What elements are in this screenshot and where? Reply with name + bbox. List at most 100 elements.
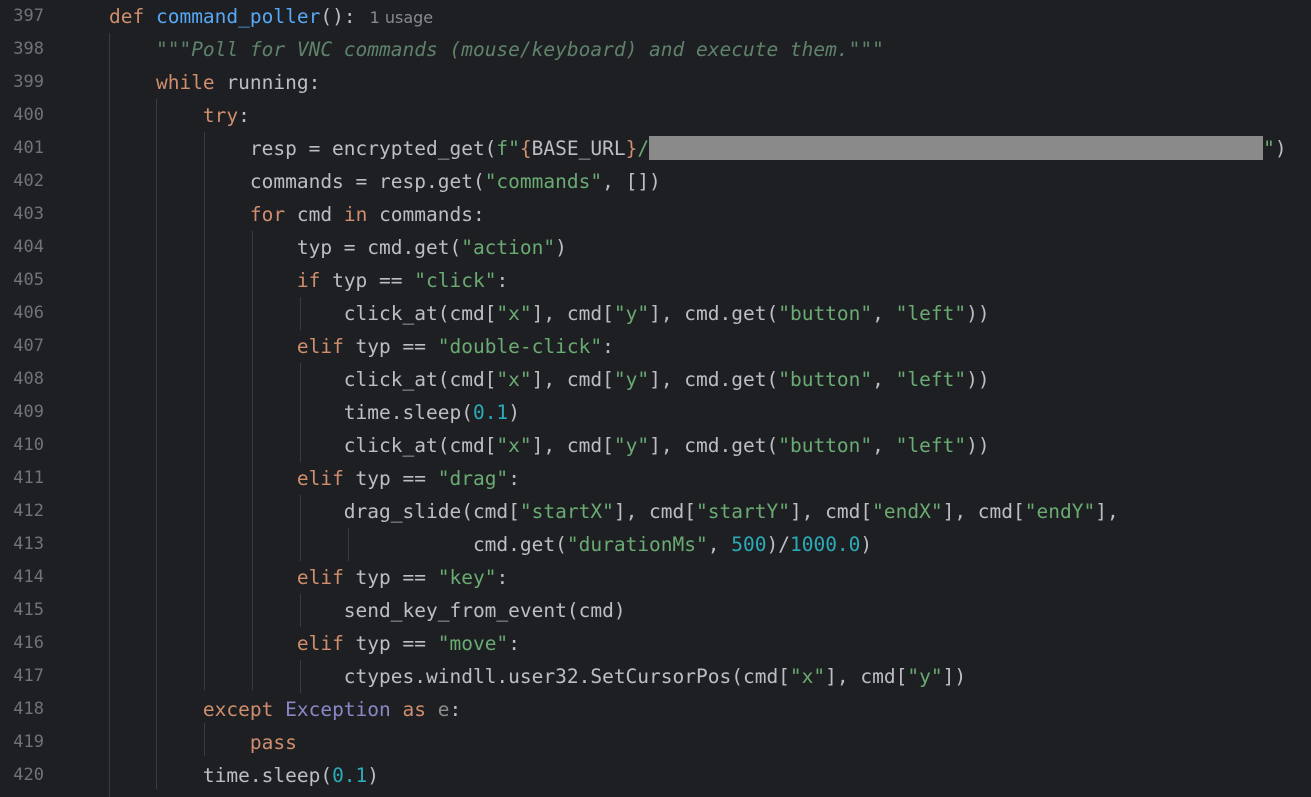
code-text: elif typ == "drag": (109, 462, 520, 495)
code-token: "y" (907, 665, 943, 688)
code-line[interactable]: 403 for cmd in commands: (0, 198, 1311, 231)
code-token: (): (320, 5, 356, 28)
code-token: , (872, 302, 896, 325)
code-token: while (155, 71, 227, 94)
code-token: "click" (414, 269, 497, 292)
code-token: ], (1095, 500, 1119, 523)
usage-hint[interactable]: 1 usage (370, 8, 434, 27)
code-token: BASE_URL (531, 137, 626, 160)
line-number: 401 (13, 138, 44, 158)
code-token: "key" (437, 566, 497, 589)
code-token: typ == (355, 335, 438, 358)
code-token: ], cmd[ (531, 434, 614, 457)
code-token: if (296, 269, 333, 292)
line-number: 414 (13, 567, 44, 587)
code-token: } (625, 137, 638, 160)
line-number: 418 (13, 699, 44, 719)
code-token: "y" (613, 434, 650, 457)
code-token: typ == (355, 632, 438, 655)
line-number: 405 (13, 270, 44, 290)
code-token: Exception (285, 698, 403, 721)
line-number: 397 (13, 6, 44, 26)
code-text: commands = resp.get("commands", []) (109, 165, 661, 198)
code-text: drag_slide(cmd["startX"], cmd["startY"],… (109, 495, 1119, 528)
code-line[interactable]: 419 pass (0, 726, 1311, 759)
code-token: 500 (731, 533, 767, 556)
code-text: ctypes.windll.user32.SetCursorPos(cmd["x… (109, 660, 966, 693)
code-line[interactable]: 413 cmd.get("durationMs", 500)/1000.0) (0, 528, 1311, 561)
code-line[interactable]: 407 elif typ == "double-click": (0, 330, 1311, 363)
code-line[interactable]: 410 click_at(cmd["x"], cmd["y"], cmd.get… (0, 429, 1311, 462)
code-token: 0.1 (472, 401, 509, 424)
code-line[interactable]: 414 elif typ == "key": (0, 561, 1311, 594)
code-line[interactable]: 409 time.sleep(0.1) (0, 396, 1311, 429)
code-token: "endY" (1024, 500, 1096, 523)
code-token: 0.1 (332, 764, 368, 787)
code-token: : (508, 467, 520, 490)
code-token: , []) (602, 170, 661, 193)
code-token: "left" (895, 302, 967, 325)
code-token: "startY" (696, 500, 790, 523)
code-token: e (437, 698, 450, 721)
code-token: "button" (778, 302, 873, 325)
code-token: in (343, 203, 380, 226)
code-token: """Poll for VNC commands (mouse/keyboard… (155, 38, 884, 61)
code-line[interactable]: 397 def command_poller(): 1 usage (0, 0, 1311, 33)
code-line[interactable]: 420 time.sleep(0.1) (0, 759, 1311, 792)
code-token: ], cmd.get( (649, 368, 779, 391)
code-token: typ = cmd.get( (109, 236, 462, 259)
code-line[interactable]: 399 while running: (0, 66, 1311, 99)
code-token: "x" (496, 302, 532, 325)
code-token: ) (555, 236, 567, 259)
code-token: for (249, 203, 297, 226)
code-token: commands: (379, 203, 485, 226)
code-line[interactable]: 398 """Poll for VNC commands (mouse/keyb… (0, 33, 1311, 66)
code-token: : (508, 632, 520, 655)
code-text: except Exception as e: (109, 693, 461, 726)
code-line[interactable]: 404 typ = cmd.get("action") (0, 231, 1311, 264)
code-line[interactable]: 412 drag_slide(cmd["startX"], cmd["start… (0, 495, 1311, 528)
code-line[interactable]: 400 try: (0, 99, 1311, 132)
code-token: )/ (766, 533, 790, 556)
line-number: 417 (13, 666, 44, 686)
code-text: cmd.get("durationMs", 500)/1000.0) (109, 528, 872, 561)
code-line[interactable]: 411 elif typ == "drag": (0, 462, 1311, 495)
code-token: command_poller (155, 5, 321, 28)
code-text: pass (109, 726, 297, 759)
code-line[interactable]: 405 if typ == "click": (0, 264, 1311, 297)
code-token: "drag" (437, 467, 509, 490)
code-token: )) (966, 302, 990, 325)
code-token: ], cmd[ (789, 500, 873, 523)
code-token: "button" (778, 434, 873, 457)
code-token: , (872, 434, 896, 457)
code-line[interactable]: 418 except Exception as e: (0, 693, 1311, 726)
code-line[interactable]: 417 ctypes.windll.user32.SetCursorPos(cm… (0, 660, 1311, 693)
code-line[interactable]: 415 send_key_from_event(cmd) (0, 594, 1311, 627)
code-token: 1000.0 (789, 533, 861, 556)
code-text: elif typ == "move": (109, 627, 520, 660)
code-token: "double-click" (437, 335, 603, 358)
code-line[interactable]: 402 commands = resp.get("commands", []) (0, 165, 1311, 198)
code-token: elif (296, 467, 356, 490)
code-token: ], cmd[ (613, 500, 697, 523)
code-line[interactable]: 401 resp = encrypted_get(f"{BASE_URL}/ ") (0, 132, 1311, 165)
code-line[interactable]: 408 click_at(cmd["x"], cmd["y"], cmd.get… (0, 363, 1311, 396)
code-text: """Poll for VNC commands (mouse/keyboard… (109, 33, 884, 66)
code-token: ) (367, 764, 380, 787)
code-token: "endX" (872, 500, 943, 523)
line-number: 398 (13, 39, 44, 59)
code-token: typ == (332, 269, 415, 292)
code-line[interactable]: 406 click_at(cmd["x"], cmd["y"], cmd.get… (0, 297, 1311, 330)
code-token: )) (966, 434, 990, 457)
code-token: as (402, 698, 438, 721)
code-token: "x" (789, 665, 826, 688)
code-text: click_at(cmd["x"], cmd["y"], cmd.get("bu… (109, 363, 990, 396)
code-editor[interactable]: 397 def command_poller(): 1 usage 398 """Po… (0, 0, 1311, 797)
code-line[interactable]: 416 elif typ == "move": (0, 627, 1311, 660)
